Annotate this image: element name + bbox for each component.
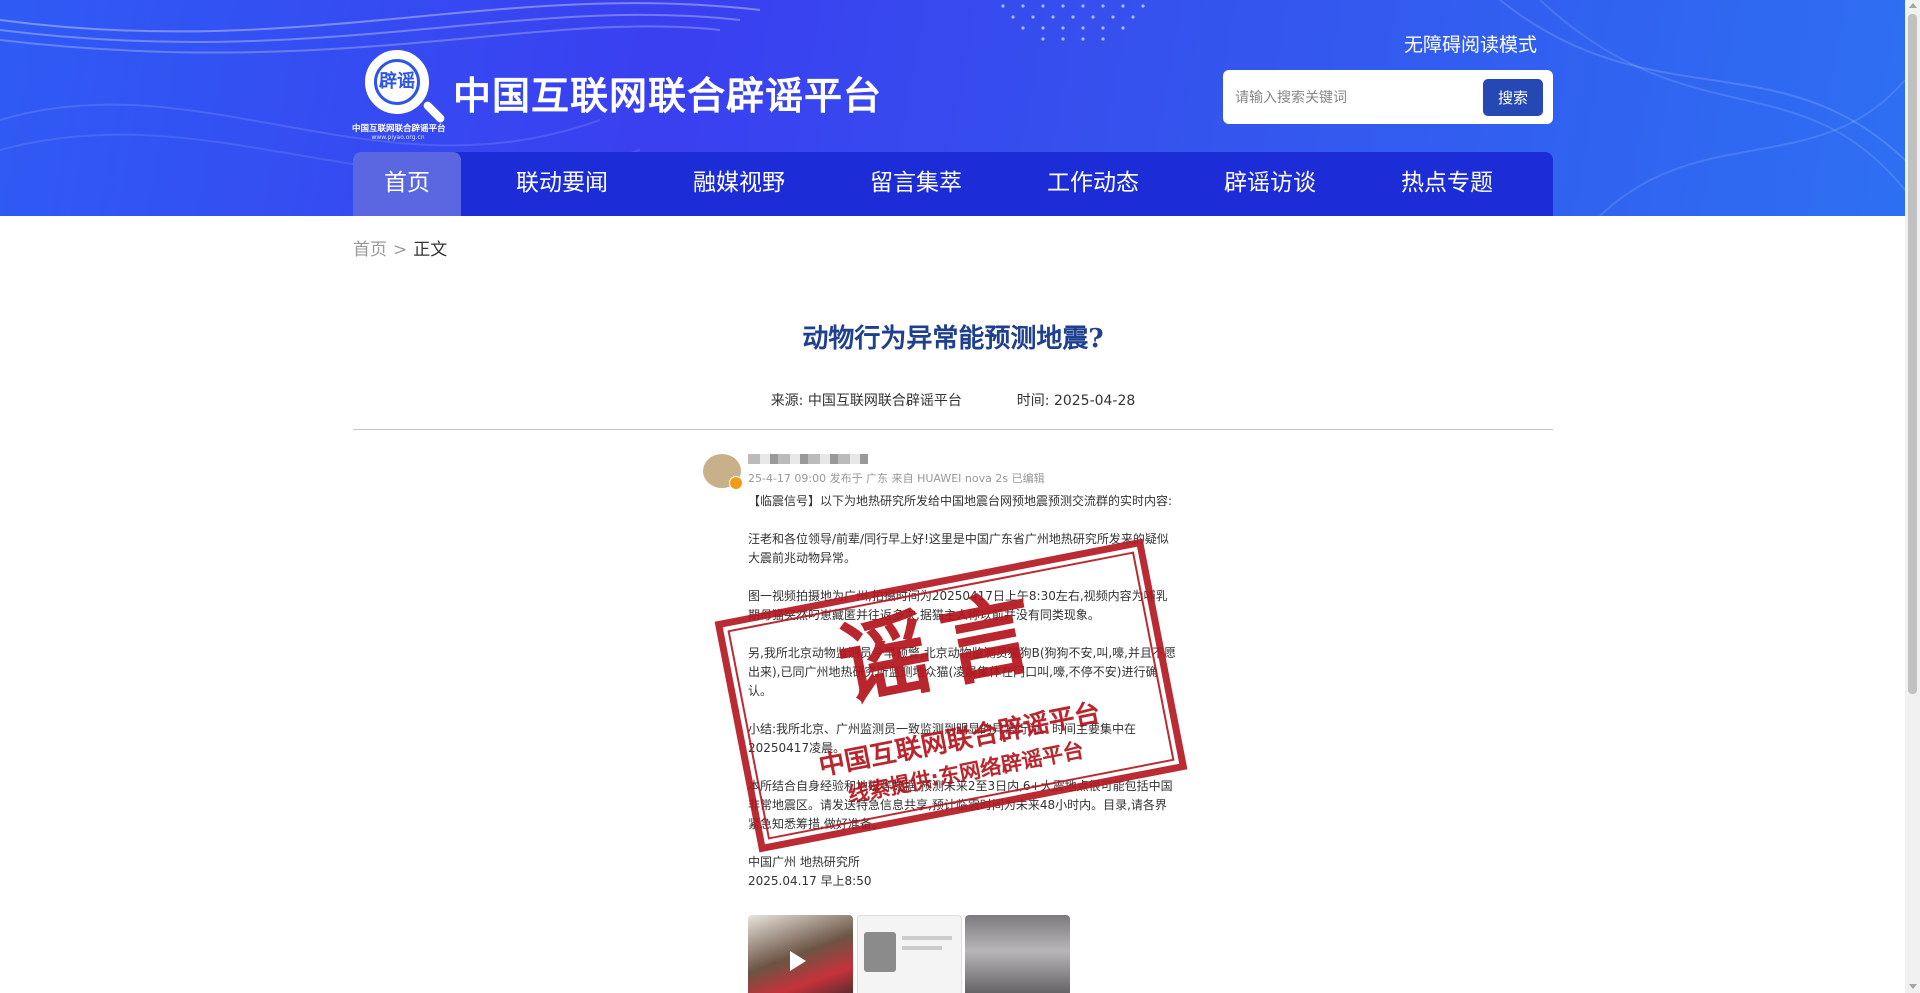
site-logo[interactable]: 辟谣 中国互联网联合辟谣平台 www.piyao.org.cn <box>352 48 447 141</box>
search-input[interactable] <box>1233 84 1477 112</box>
time-label: 时间: <box>1016 393 1050 409</box>
site-header: 辟谣 中国互联网联合辟谣平台 www.piyao.org.cn 中国互联网联合辟… <box>0 0 1905 216</box>
time-value: 2025-04-28 <box>1053 393 1136 409</box>
chat-screenshot-thumbnail <box>857 915 962 993</box>
nav-item-interviews[interactable]: 辟谣访谈 <box>1169 152 1371 216</box>
scroll-thumb[interactable] <box>1908 14 1917 694</box>
nav-item-home[interactable]: 首页 <box>353 152 461 216</box>
blurred-username <box>748 454 868 464</box>
site-title: 中国互联网联合辟谣平台 <box>453 73 883 118</box>
breadcrumb-current: 正文 <box>413 240 448 260</box>
source-label: 来源: <box>770 393 804 409</box>
main-nav: 首页 联动要闻 融媒视野 留言集萃 工作动态 辟谣访谈 热点专题 <box>353 152 1553 216</box>
search-button[interactable]: 搜索 <box>1483 79 1543 116</box>
search-box: 搜索 <box>1223 70 1553 124</box>
nav-item-linkage-news[interactable]: 联动要闻 <box>461 152 663 216</box>
accessible-mode-link[interactable]: 无障碍阅读模式 <box>1404 30 1537 57</box>
video-thumbnail <box>748 915 853 993</box>
logo-url: www.piyao.org.cn <box>371 134 425 141</box>
logo-text: 辟谣 <box>374 59 420 105</box>
breadcrumb-home-link[interactable]: 首页 <box>353 240 387 260</box>
post-paragraph: 【临震信号】以下为地热研究所发给中国地震台网预地震预测交流群的实时内容: <box>748 494 1173 508</box>
nav-item-messages[interactable]: 留言集萃 <box>815 152 1017 216</box>
title-divider <box>353 429 1553 430</box>
post-thumbnails <box>748 915 1070 993</box>
nav-item-media-view[interactable]: 融媒视野 <box>663 152 815 216</box>
verified-badge-icon <box>729 476 743 490</box>
logo-subtitle: 中国互联网联合辟谣平台 <box>352 124 446 134</box>
page-scrollbar[interactable] <box>1905 0 1920 993</box>
logo-handle <box>421 99 447 125</box>
logo-magnifier-icon: 辟谣 <box>365 50 429 114</box>
photo-thumbnail <box>965 915 1070 993</box>
breadcrumb: 首页 > 正文 <box>353 235 447 260</box>
post-date: 2025.04.17 早上8:50 <box>748 874 872 888</box>
article-meta: 来源: 中国互联网联合辟谣平台 时间: 2025-04-28 <box>353 390 1553 410</box>
article-title: 动物行为异常能预测地震? <box>802 324 1104 354</box>
breadcrumb-separator: > <box>393 240 408 260</box>
avatar <box>703 454 743 490</box>
nav-item-work-updates[interactable]: 工作动态 <box>1017 152 1169 216</box>
post-meta: 25-4-17 09:00 发布于 广东 来自 HUAWEI nova 2s 已… <box>748 472 1045 485</box>
scroll-up-arrow-icon[interactable] <box>1909 3 1917 8</box>
post-signature: 中国广州 地热研究所 <box>748 855 860 869</box>
play-icon <box>790 951 806 971</box>
scroll-down-arrow-icon[interactable] <box>1909 984 1917 989</box>
source-value: 中国互联网联合辟谣平台 <box>807 393 962 409</box>
nav-item-hot-topics[interactable]: 热点专题 <box>1371 152 1523 216</box>
